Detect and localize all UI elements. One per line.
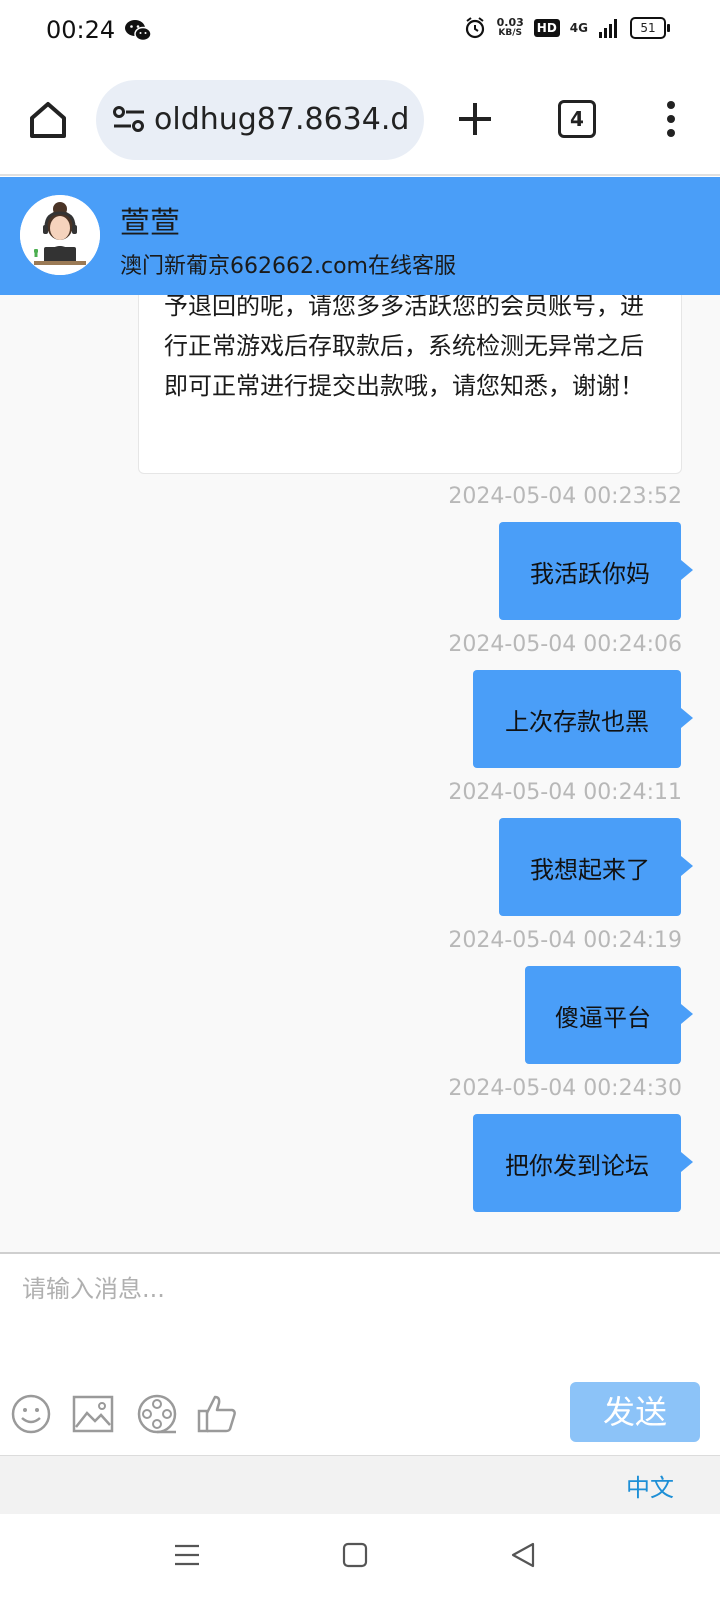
- agent-avatar: [20, 195, 100, 275]
- battery-indicator: 51: [630, 17, 670, 39]
- network-speed: 0.03 KB/S: [496, 16, 524, 38]
- alarm-icon: [465, 17, 484, 39]
- home-nav-icon[interactable]: [340, 1540, 370, 1570]
- outgoing-message-bubble: 傻逼平台: [525, 966, 693, 1064]
- message-timestamp: 2024-05-04 00:24:06: [448, 632, 682, 657]
- home-icon[interactable]: [26, 98, 70, 142]
- agent-subtitle: 澳门新葡京662662.com在线客服: [120, 254, 456, 279]
- status-indicators: 0.03 KB/S HD 4G 51: [463, 16, 670, 40]
- message-timestamp: 2024-05-04 00:24:19: [448, 928, 682, 953]
- network-type: 4G: [569, 21, 588, 35]
- wechat-icon: [125, 20, 152, 42]
- thumbs-up-icon[interactable]: [196, 1393, 238, 1435]
- message-input[interactable]: [20, 1268, 704, 1310]
- outgoing-message-bubble: 上次存款也黑: [473, 670, 693, 768]
- recent-apps-icon[interactable]: [172, 1540, 202, 1570]
- outgoing-message-bubble: 把你发到论坛: [473, 1114, 693, 1212]
- new-tab-icon[interactable]: [456, 100, 494, 138]
- site-settings-icon[interactable]: [112, 104, 146, 134]
- language-switch-link[interactable]: 中文: [626, 1468, 674, 1503]
- emoji-icon[interactable]: [10, 1393, 52, 1435]
- outgoing-message-bubble: 我想起来了: [499, 818, 693, 916]
- url-text[interactable]: oldhug87.8634.de: [154, 102, 410, 137]
- more-menu-icon[interactable]: [664, 100, 678, 138]
- status-time: 00:24: [46, 16, 116, 44]
- message-timestamp: 2024-05-04 00:23:52: [448, 484, 682, 509]
- agent-avatar-image: [20, 195, 100, 275]
- tab-switcher-button[interactable]: 4: [558, 100, 596, 138]
- video-icon[interactable]: [136, 1393, 178, 1435]
- back-nav-icon[interactable]: [508, 1540, 538, 1570]
- hd-badge: HD: [533, 19, 560, 37]
- language-bar: [0, 1455, 720, 1515]
- message-timestamp: 2024-05-04 00:24:30: [448, 1076, 682, 1101]
- incoming-message-text: 予退回的呢，请您多多活跃您的会员账号，进行正常游戏后存取款后，系统检测无异常之后…: [164, 292, 644, 400]
- message-timestamp: 2024-05-04 00:24:11: [448, 780, 682, 805]
- agent-name: 萱萱: [120, 206, 180, 241]
- image-icon[interactable]: [72, 1393, 114, 1435]
- outgoing-message-bubble: 我活跃你妈: [499, 522, 693, 620]
- send-button[interactable]: 发送: [570, 1382, 700, 1442]
- signal-icon: [599, 19, 617, 38]
